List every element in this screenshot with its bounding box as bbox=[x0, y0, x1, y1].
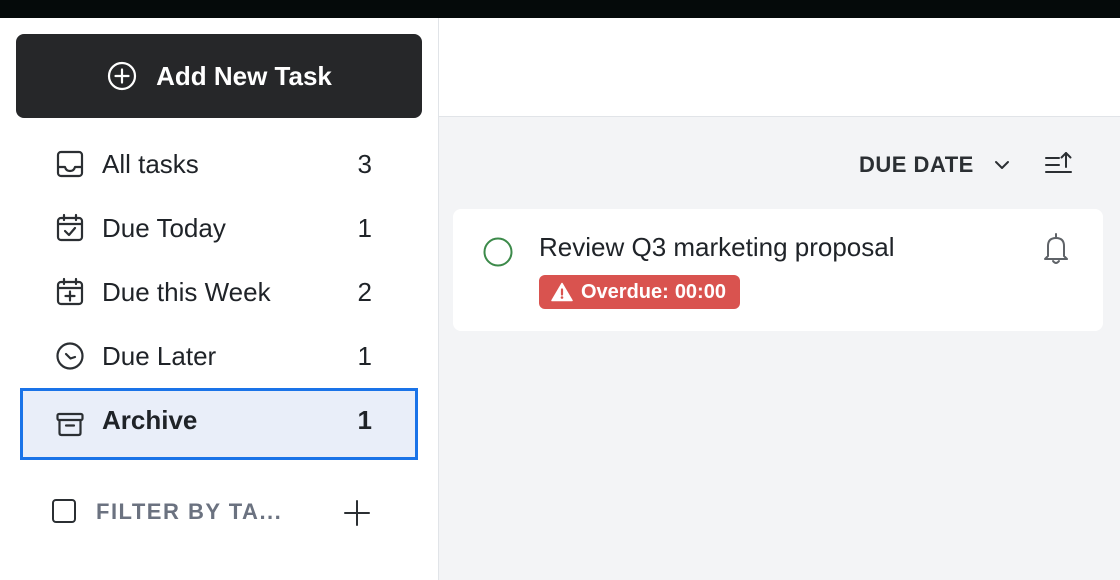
overdue-badge: Overdue: 00:00 bbox=[539, 275, 740, 309]
sort-by-label: DUE DATE bbox=[859, 152, 974, 177]
sidebar: Add New Task All tasks 3 Due Today 1 Due… bbox=[0, 18, 439, 580]
add-new-task-button[interactable]: Add New Task bbox=[16, 34, 422, 118]
add-tag-plus-icon[interactable] bbox=[342, 498, 372, 528]
sidebar-item-count: 1 bbox=[357, 341, 372, 371]
plus-circle-icon bbox=[108, 61, 137, 91]
sidebar-item-label: Due Later bbox=[102, 341, 217, 371]
archive-icon bbox=[56, 412, 84, 437]
sidebar-item-due-this-week[interactable]: Due this Week 2 bbox=[20, 260, 418, 332]
sort-by-dropdown[interactable]: DUE DATE bbox=[859, 149, 1012, 181]
overdue-label: Overdue: bbox=[581, 280, 669, 303]
main-panel: DUE DATE Review Q3 marketing proposal Ov… bbox=[439, 18, 1120, 580]
task-complete-circle-icon[interactable] bbox=[481, 235, 515, 269]
main-header bbox=[439, 18, 1120, 117]
add-new-task-label: Add New Task bbox=[156, 60, 332, 91]
sidebar-item-due-later[interactable]: Due Later 1 bbox=[20, 324, 418, 396]
calendar-plus-icon bbox=[56, 277, 84, 306]
sort-order-icon[interactable] bbox=[1043, 149, 1075, 181]
sidebar-item-label: Due this Week bbox=[102, 277, 271, 307]
task-title: Review Q3 marketing proposal bbox=[539, 232, 895, 262]
bell-icon[interactable] bbox=[1039, 231, 1073, 267]
inbox-icon bbox=[56, 150, 84, 178]
calendar-check-icon bbox=[56, 213, 84, 242]
clock-icon bbox=[56, 342, 84, 370]
sidebar-item-count: 1 bbox=[357, 213, 372, 243]
sidebar-item-all-tasks[interactable]: All tasks 3 bbox=[20, 132, 418, 204]
task-card[interactable]: Review Q3 marketing proposal Overdue: 00… bbox=[453, 209, 1103, 331]
sidebar-item-count: 2 bbox=[357, 277, 372, 307]
sidebar-item-label: All tasks bbox=[102, 149, 199, 179]
chevron-down-icon bbox=[994, 161, 1009, 169]
task-list-area: DUE DATE Review Q3 marketing proposal Ov… bbox=[439, 117, 1120, 580]
filter-by-tag-row: FILTER BY TA... bbox=[52, 498, 382, 528]
filter-by-tag-checkbox[interactable] bbox=[52, 499, 76, 523]
warning-icon bbox=[551, 282, 573, 302]
sidebar-item-due-today[interactable]: Due Today 1 bbox=[20, 196, 418, 268]
sidebar-item-count: 1 bbox=[357, 405, 372, 435]
overdue-time: 00:00 bbox=[674, 280, 726, 303]
sidebar-item-count: 3 bbox=[357, 149, 372, 179]
sidebar-item-label: Due Today bbox=[102, 213, 226, 243]
sidebar-item-label: Archive bbox=[102, 405, 198, 435]
sidebar-item-archive[interactable]: Archive 1 bbox=[20, 388, 418, 460]
filter-by-tag-label: FILTER BY TA... bbox=[96, 499, 283, 524]
top-bar bbox=[0, 0, 1120, 18]
